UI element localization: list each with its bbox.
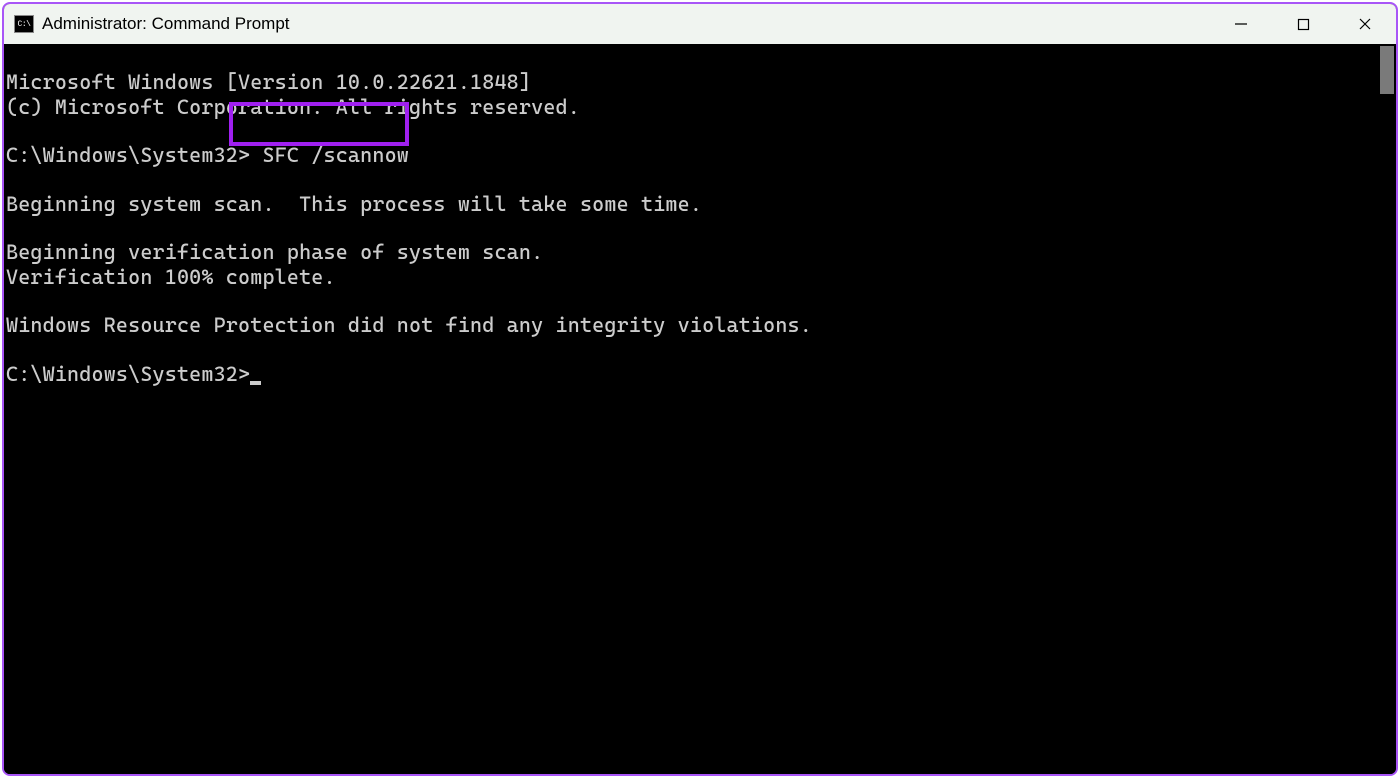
- cmd-icon: C:\: [14, 15, 34, 33]
- console-area: Microsoft Windows [Version 10.0.22621.18…: [4, 44, 1396, 774]
- prompt-text: C:\Windows\System32>: [6, 143, 250, 167]
- output-line: Windows Resource Protection did not find…: [6, 313, 1376, 337]
- console-output[interactable]: Microsoft Windows [Version 10.0.22621.18…: [4, 44, 1378, 774]
- prompt-line: C:\Windows\System32> SFC /scannow: [6, 143, 1376, 167]
- output-line: [6, 289, 1376, 313]
- output-line: Beginning verification phase of system s…: [6, 240, 1376, 264]
- output-line: [6, 167, 1376, 191]
- command-prompt-window: C:\ Administrator: Command Prompt Micros…: [2, 2, 1398, 776]
- window-title: Administrator: Command Prompt: [42, 14, 1210, 34]
- close-button[interactable]: [1334, 4, 1396, 44]
- scrollbar-thumb[interactable]: [1380, 46, 1394, 94]
- prompt-line: C:\Windows\System32>: [6, 362, 1376, 386]
- output-line: [6, 338, 1376, 362]
- cursor: [250, 381, 261, 385]
- output-line: [6, 216, 1376, 240]
- prompt-text: C:\Windows\System32>: [6, 362, 250, 386]
- scrollbar-track[interactable]: [1378, 44, 1396, 774]
- minimize-button[interactable]: [1210, 4, 1272, 44]
- output-line: Verification 100% complete.: [6, 265, 1376, 289]
- maximize-button[interactable]: [1272, 4, 1334, 44]
- command-text: SFC /scannow: [250, 143, 421, 167]
- output-line: (c) Microsoft Corporation. All rights re…: [6, 95, 1376, 119]
- output-line: Microsoft Windows [Version 10.0.22621.18…: [6, 70, 1376, 94]
- output-line: Beginning system scan. This process will…: [6, 192, 1376, 216]
- window-controls: [1210, 4, 1396, 44]
- output-line: [6, 119, 1376, 143]
- titlebar[interactable]: C:\ Administrator: Command Prompt: [4, 4, 1396, 44]
